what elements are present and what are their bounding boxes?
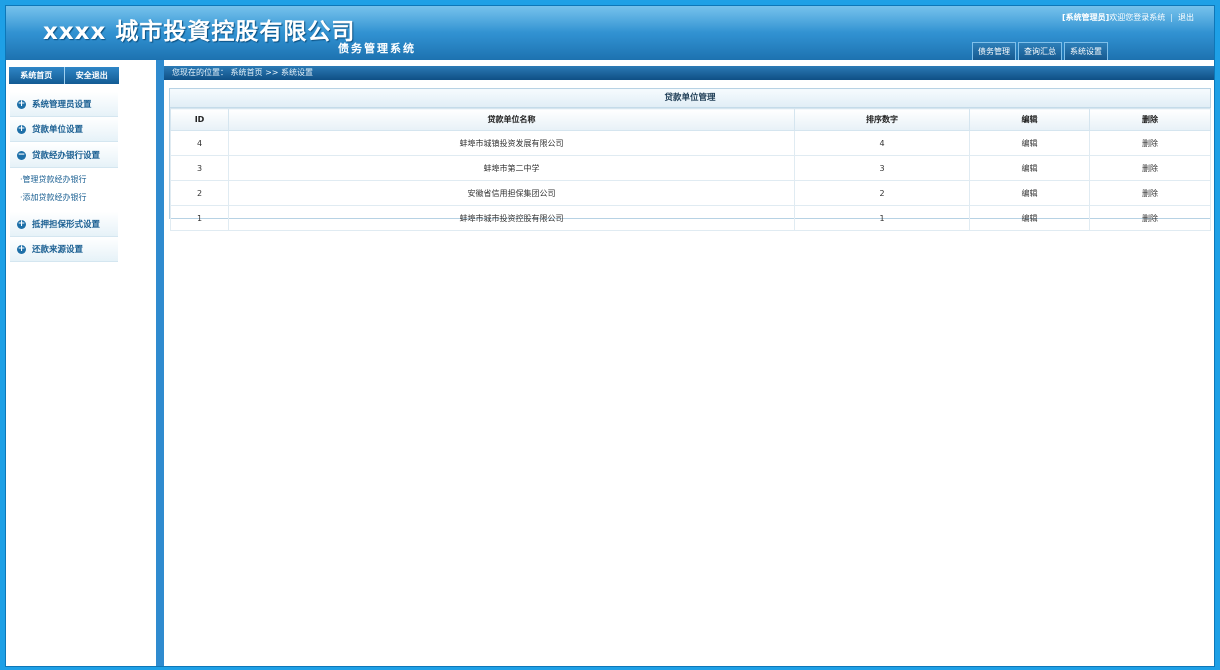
- edit-link[interactable]: 编辑: [969, 180, 1090, 206]
- col-header-name: 贷款单位名称: [228, 108, 795, 131]
- edit-link[interactable]: 编辑: [969, 130, 1090, 156]
- table-header-row: ID 贷款单位名称 排序数字 编辑 删除: [170, 108, 1211, 131]
- table-row: 3 蚌埠市第二中学 3 编辑 删除: [170, 155, 1211, 181]
- sidebar-item-collateral-settings[interactable]: + 抵押担保形式设置: [10, 212, 118, 237]
- cell-order: 2: [794, 180, 970, 206]
- col-header-order: 排序数字: [794, 108, 970, 131]
- sidebar: 系统首页 安全退出 + 系统管理员设置 + 贷款单位设置 − 贷款经办银行设置 …: [6, 60, 164, 666]
- safe-exit-button[interactable]: 安全退出: [63, 67, 120, 84]
- table-row: 2 安徽省信用担保集团公司 2 编辑 删除: [170, 180, 1211, 206]
- sidebar-item-bank-settings[interactable]: − 贷款经办银行设置: [10, 143, 118, 168]
- col-header-delete: 删除: [1089, 108, 1211, 131]
- minus-circle-icon: −: [17, 149, 26, 160]
- logout-link[interactable]: 退出: [1178, 13, 1194, 22]
- cell-id: 2: [170, 180, 229, 206]
- table-row: 1 蚌埠市城市投资控股有限公司 1 编辑 删除: [170, 205, 1211, 231]
- delete-link[interactable]: 删除: [1089, 155, 1211, 181]
- sidebar-subitem-add-bank[interactable]: ·添加贷款经办银行: [20, 192, 87, 203]
- cell-name: 蚌埠市城镇投资发展有限公司: [228, 130, 795, 156]
- loan-unit-panel: 贷款单位管理 ID 贷款单位名称 排序数字 编辑 删除 4 蚌埠市城镇投资发展有…: [169, 88, 1211, 231]
- sidebar-item-label: 还款来源设置: [32, 245, 84, 255]
- app-title: xxxx 城市投資控股有限公司: [43, 19, 356, 45]
- breadcrumb: 您现在的位置： 系统首页 >> 系统设置: [164, 66, 1214, 80]
- sidebar-tabs: 系统首页 安全退出: [9, 67, 119, 84]
- plus-circle-icon: +: [17, 218, 26, 229]
- col-header-edit: 编辑: [969, 108, 1090, 131]
- header: xxxx 城市投資控股有限公司 债务管理系统 [系统管理员]欢迎您登录系统 | 退出…: [6, 6, 1214, 60]
- cell-name: 蚌埠市城市投资控股有限公司: [228, 205, 795, 231]
- table-row: 4 蚌埠市城镇投资发展有限公司 4 编辑 删除: [170, 130, 1211, 156]
- delete-link[interactable]: 删除: [1089, 205, 1211, 231]
- plus-circle-icon: +: [17, 123, 26, 134]
- plus-circle-icon: +: [17, 98, 26, 109]
- sidebar-item-repayment-source-settings[interactable]: + 还款来源设置: [10, 237, 118, 262]
- sidebar-item-label: 抵押担保形式设置: [32, 220, 101, 230]
- app-subtitle: 债务管理系统: [338, 42, 416, 55]
- cell-id: 3: [170, 155, 229, 181]
- user-role: [系统管理员]: [1061, 13, 1110, 22]
- sidebar-subitem-manage-banks[interactable]: ·管理贷款经办银行: [20, 174, 87, 185]
- cell-id: 1: [170, 205, 229, 231]
- separator: |: [1170, 13, 1173, 22]
- sidebar-item-label: 贷款单位设置: [32, 125, 84, 135]
- welcome-text: 欢迎您登录系统: [1109, 13, 1166, 22]
- tab-system-settings[interactable]: 系统设置: [1064, 42, 1108, 60]
- edit-link[interactable]: 编辑: [969, 205, 1090, 231]
- delete-link[interactable]: 删除: [1089, 130, 1211, 156]
- plus-circle-icon: +: [17, 243, 26, 254]
- app-frame: xxxx 城市投資控股有限公司 债务管理系统 [系统管理员]欢迎您登录系统 | 退出…: [5, 5, 1215, 667]
- home-button[interactable]: 系统首页: [9, 67, 64, 84]
- tab-debt-management[interactable]: 债务管理: [972, 42, 1016, 60]
- cell-name: 蚌埠市第二中学: [228, 155, 795, 181]
- cell-order: 1: [794, 205, 970, 231]
- cell-order: 4: [794, 130, 970, 156]
- panel-title: 贷款单位管理: [170, 89, 1210, 108]
- user-bar: [系统管理员]欢迎您登录系统 | 退出: [1062, 12, 1194, 23]
- loan-unit-table: ID 贷款单位名称 排序数字 编辑 删除 4 蚌埠市城镇投资发展有限公司 4 编…: [170, 108, 1211, 231]
- tab-query-summary[interactable]: 查询汇总: [1018, 42, 1062, 60]
- sidebar-item-admin-settings[interactable]: + 系统管理员设置: [10, 92, 118, 117]
- cell-id: 4: [170, 130, 229, 156]
- col-header-id: ID: [170, 108, 229, 131]
- cell-name: 安徽省信用担保集团公司: [228, 180, 795, 206]
- delete-link[interactable]: 删除: [1089, 180, 1211, 206]
- cell-order: 3: [794, 155, 970, 181]
- sidebar-item-label: 系统管理员设置: [32, 100, 92, 110]
- sidebar-item-label: 贷款经办银行设置: [32, 151, 101, 161]
- top-nav: 债务管理 查询汇总 系统设置: [972, 42, 1108, 60]
- edit-link[interactable]: 编辑: [969, 155, 1090, 181]
- sidebar-item-loan-unit-settings[interactable]: + 贷款单位设置: [10, 117, 118, 142]
